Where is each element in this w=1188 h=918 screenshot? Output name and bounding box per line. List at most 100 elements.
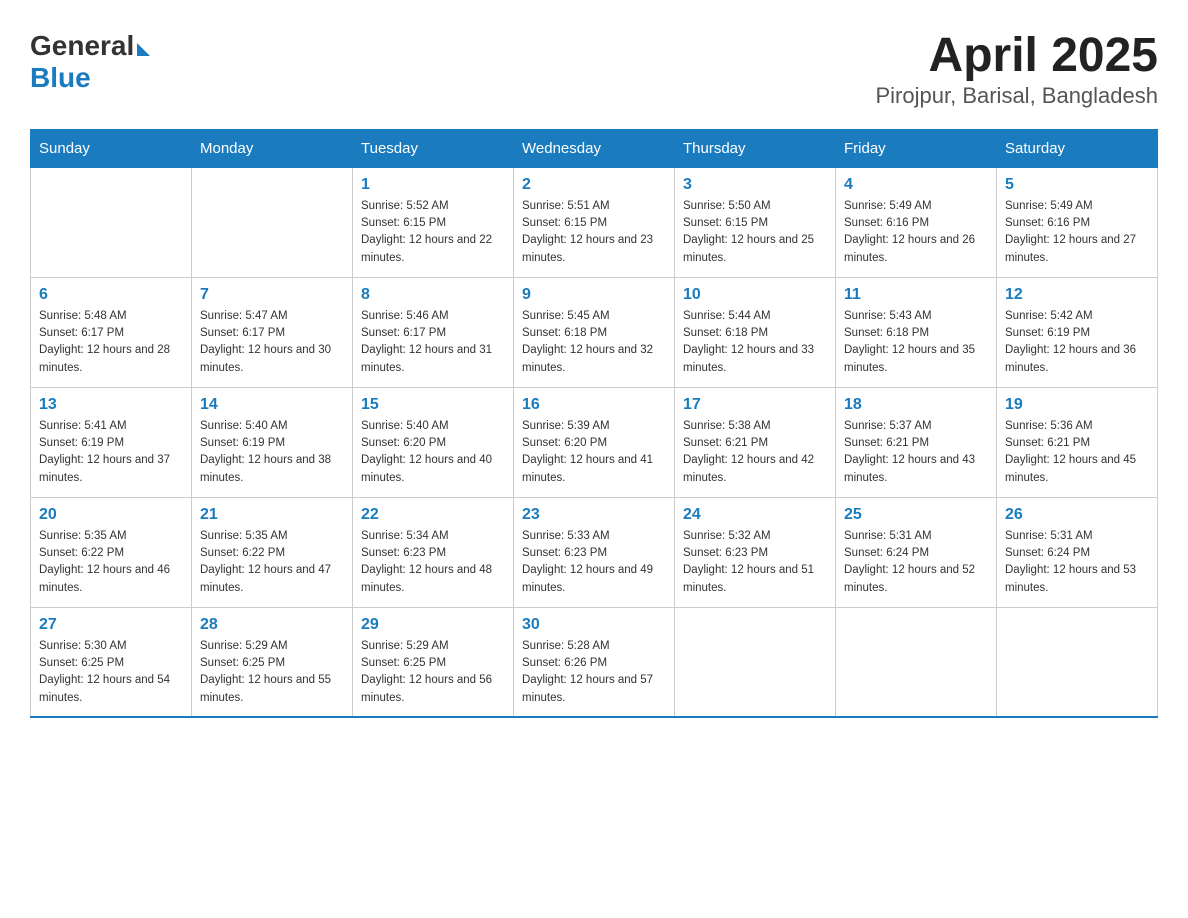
calendar-cell: 19 Sunrise: 5:36 AMSunset: 6:21 PMDayligh… xyxy=(997,387,1158,497)
cell-date-number: 29 xyxy=(361,616,505,634)
cell-sun-info: Sunrise: 5:28 AMSunset: 6:26 PMDaylight:… xyxy=(522,638,666,707)
calendar-cell: 6Sunrise: 5:48 AMSunset: 6:17 PMDaylight… xyxy=(31,277,192,387)
calendar-cell: 3 Sunrise: 5:50 AMSunset: 6:15 PMDaylight… xyxy=(675,167,836,277)
cell-sun-info: Sunrise: 5:33 AMSunset: 6:23 PMDaylight:… xyxy=(522,528,666,597)
calendar-cell: 25 Sunrise: 5:31 AMSunset: 6:24 PMDayligh… xyxy=(836,497,997,607)
calendar-week-2: 6Sunrise: 5:48 AMSunset: 6:17 PMDaylight… xyxy=(31,277,1158,387)
cell-sun-info: Sunrise: 5:48 AMSunset: 6:17 PMDaylight:… xyxy=(39,308,183,377)
cell-date-number: 28 xyxy=(200,616,344,634)
cell-sun-info: Sunrise: 5:40 AMSunset: 6:20 PMDaylight:… xyxy=(361,418,505,487)
cell-sun-info: Sunrise: 5:35 AMSunset: 6:22 PMDaylight:… xyxy=(200,528,344,597)
cell-date-number: 25 xyxy=(844,506,988,524)
cell-date-number: 21 xyxy=(200,506,344,524)
cell-date-number: 19 xyxy=(1005,396,1149,414)
calendar-week-4: 20 Sunrise: 5:35 AMSunset: 6:22 PMDayligh… xyxy=(31,497,1158,607)
calendar-cell: 13 Sunrise: 5:41 AMSunset: 6:19 PMDayligh… xyxy=(31,387,192,497)
weekday-header-wednesday: Wednesday xyxy=(514,129,675,167)
cell-sun-info: Sunrise: 5:52 AMSunset: 6:15 PMDaylight:… xyxy=(361,198,505,267)
calendar-cell: 16Sunrise: 5:39 AMSunset: 6:20 PMDayligh… xyxy=(514,387,675,497)
calendar-cell: 30 Sunrise: 5:28 AMSunset: 6:26 PMDayligh… xyxy=(514,607,675,717)
cell-sun-info: Sunrise: 5:40 AMSunset: 6:19 PMDaylight:… xyxy=(200,418,344,487)
cell-sun-info: Sunrise: 5:46 AMSunset: 6:17 PMDaylight:… xyxy=(361,308,505,377)
cell-date-number: 13 xyxy=(39,396,183,414)
cell-date-number: 12 xyxy=(1005,286,1149,304)
calendar-cell: 10 Sunrise: 5:44 AMSunset: 6:18 PMDayligh… xyxy=(675,277,836,387)
cell-sun-info: Sunrise: 5:31 AMSunset: 6:24 PMDaylight:… xyxy=(1005,528,1149,597)
calendar-cell: 24 Sunrise: 5:32 AMSunset: 6:23 PMDayligh… xyxy=(675,497,836,607)
cell-sun-info: Sunrise: 5:29 AMSunset: 6:25 PMDaylight:… xyxy=(200,638,344,707)
cell-sun-info: Sunrise: 5:36 AMSunset: 6:21 PMDaylight:… xyxy=(1005,418,1149,487)
weekday-header-row: SundayMondayTuesdayWednesdayThursdayFrid… xyxy=(31,129,1158,167)
cell-sun-info: Sunrise: 5:30 AMSunset: 6:25 PMDaylight:… xyxy=(39,638,183,707)
logo-triangle-icon xyxy=(137,43,150,56)
cell-date-number: 23 xyxy=(522,506,666,524)
cell-date-number: 3 xyxy=(683,176,827,194)
calendar-table: SundayMondayTuesdayWednesdayThursdayFrid… xyxy=(30,129,1158,719)
calendar-cell: 11 Sunrise: 5:43 AMSunset: 6:18 PMDayligh… xyxy=(836,277,997,387)
calendar-week-5: 27Sunrise: 5:30 AMSunset: 6:25 PMDayligh… xyxy=(31,607,1158,717)
cell-date-number: 17 xyxy=(683,396,827,414)
calendar-cell: 27Sunrise: 5:30 AMSunset: 6:25 PMDayligh… xyxy=(31,607,192,717)
calendar-cell: 26 Sunrise: 5:31 AMSunset: 6:24 PMDayligh… xyxy=(997,497,1158,607)
cell-sun-info: Sunrise: 5:29 AMSunset: 6:25 PMDaylight:… xyxy=(361,638,505,707)
cell-sun-info: Sunrise: 5:38 AMSunset: 6:21 PMDaylight:… xyxy=(683,418,827,487)
cell-date-number: 26 xyxy=(1005,506,1149,524)
calendar-cell: 18Sunrise: 5:37 AMSunset: 6:21 PMDayligh… xyxy=(836,387,997,497)
cell-date-number: 8 xyxy=(361,286,505,304)
cell-date-number: 15 xyxy=(361,396,505,414)
weekday-header-saturday: Saturday xyxy=(997,129,1158,167)
cell-sun-info: Sunrise: 5:44 AMSunset: 6:18 PMDaylight:… xyxy=(683,308,827,377)
calendar-cell: 1 Sunrise: 5:52 AMSunset: 6:15 PMDaylight… xyxy=(353,167,514,277)
cell-date-number: 20 xyxy=(39,506,183,524)
calendar-cell xyxy=(997,607,1158,717)
calendar-week-1: 1 Sunrise: 5:52 AMSunset: 6:15 PMDaylight… xyxy=(31,167,1158,277)
cell-date-number: 11 xyxy=(844,286,988,304)
cell-date-number: 1 xyxy=(361,176,505,194)
logo: General Blue xyxy=(30,30,150,94)
cell-date-number: 7 xyxy=(200,286,344,304)
page-header: General Blue April 2025 Pirojpur, Barisa… xyxy=(30,30,1158,109)
cell-date-number: 30 xyxy=(522,616,666,634)
cell-sun-info: Sunrise: 5:51 AMSunset: 6:15 PMDaylight:… xyxy=(522,198,666,267)
weekday-header-monday: Monday xyxy=(192,129,353,167)
calendar-cell: 22Sunrise: 5:34 AMSunset: 6:23 PMDayligh… xyxy=(353,497,514,607)
calendar-cell: 23 Sunrise: 5:33 AMSunset: 6:23 PMDayligh… xyxy=(514,497,675,607)
calendar-cell: 4Sunrise: 5:49 AMSunset: 6:16 PMDaylight… xyxy=(836,167,997,277)
cell-sun-info: Sunrise: 5:39 AMSunset: 6:20 PMDaylight:… xyxy=(522,418,666,487)
calendar-title: April 2025 xyxy=(876,30,1159,83)
weekday-header-thursday: Thursday xyxy=(675,129,836,167)
calendar-week-3: 13 Sunrise: 5:41 AMSunset: 6:19 PMDayligh… xyxy=(31,387,1158,497)
cell-sun-info: Sunrise: 5:43 AMSunset: 6:18 PMDaylight:… xyxy=(844,308,988,377)
calendar-cell: 12Sunrise: 5:42 AMSunset: 6:19 PMDayligh… xyxy=(997,277,1158,387)
logo-general-text: General xyxy=(30,30,134,62)
cell-sun-info: Sunrise: 5:47 AMSunset: 6:17 PMDaylight:… xyxy=(200,308,344,377)
calendar-cell xyxy=(192,167,353,277)
cell-date-number: 10 xyxy=(683,286,827,304)
calendar-cell: 20Sunrise: 5:35 AMSunset: 6:22 PMDayligh… xyxy=(31,497,192,607)
cell-date-number: 9 xyxy=(522,286,666,304)
cell-sun-info: Sunrise: 5:37 AMSunset: 6:21 PMDaylight:… xyxy=(844,418,988,487)
weekday-header-sunday: Sunday xyxy=(31,129,192,167)
calendar-cell: 2 Sunrise: 5:51 AMSunset: 6:15 PMDaylight… xyxy=(514,167,675,277)
cell-date-number: 2 xyxy=(522,176,666,194)
cell-date-number: 14 xyxy=(200,396,344,414)
weekday-header-tuesday: Tuesday xyxy=(353,129,514,167)
calendar-cell: 28 Sunrise: 5:29 AMSunset: 6:25 PMDayligh… xyxy=(192,607,353,717)
cell-sun-info: Sunrise: 5:32 AMSunset: 6:23 PMDaylight:… xyxy=(683,528,827,597)
calendar-cell xyxy=(836,607,997,717)
cell-date-number: 5 xyxy=(1005,176,1149,194)
calendar-cell: 29 Sunrise: 5:29 AMSunset: 6:25 PMDayligh… xyxy=(353,607,514,717)
calendar-cell: 17 Sunrise: 5:38 AMSunset: 6:21 PMDayligh… xyxy=(675,387,836,497)
cell-sun-info: Sunrise: 5:34 AMSunset: 6:23 PMDaylight:… xyxy=(361,528,505,597)
cell-date-number: 24 xyxy=(683,506,827,524)
cell-sun-info: Sunrise: 5:31 AMSunset: 6:24 PMDaylight:… xyxy=(844,528,988,597)
calendar-cell xyxy=(675,607,836,717)
calendar-cell: 15 Sunrise: 5:40 AMSunset: 6:20 PMDayligh… xyxy=(353,387,514,497)
cell-sun-info: Sunrise: 5:49 AMSunset: 6:16 PMDaylight:… xyxy=(1005,198,1149,267)
weekday-header-friday: Friday xyxy=(836,129,997,167)
cell-date-number: 4 xyxy=(844,176,988,194)
cell-sun-info: Sunrise: 5:45 AMSunset: 6:18 PMDaylight:… xyxy=(522,308,666,377)
cell-sun-info: Sunrise: 5:41 AMSunset: 6:19 PMDaylight:… xyxy=(39,418,183,487)
cell-sun-info: Sunrise: 5:50 AMSunset: 6:15 PMDaylight:… xyxy=(683,198,827,267)
calendar-cell: 5 Sunrise: 5:49 AMSunset: 6:16 PMDaylight… xyxy=(997,167,1158,277)
